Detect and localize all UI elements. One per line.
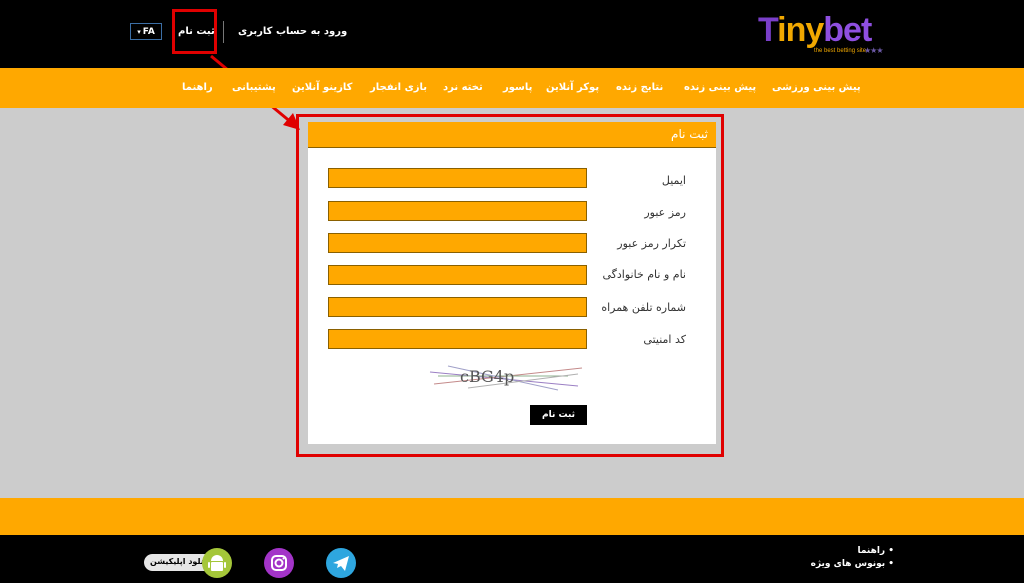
- full-name-label: نام و نام خانوادگی: [602, 268, 686, 281]
- email-label: ایمیل: [661, 174, 686, 187]
- nav-pasur[interactable]: پاسور: [503, 82, 532, 93]
- nav-support[interactable]: پشتیبانی: [232, 82, 276, 93]
- login-link[interactable]: ورود به حساب کاربری: [238, 26, 347, 37]
- logo-letter: T: [758, 11, 778, 49]
- captcha-field[interactable]: [328, 329, 587, 349]
- instagram-icon[interactable]: [264, 548, 294, 578]
- site-logo[interactable]: Tinybet the best betting site ★★★: [758, 10, 894, 56]
- language-code: FA: [142, 26, 155, 37]
- panel-header: ثبت نام: [308, 122, 716, 148]
- phone-label: شماره تلفن همراه: [601, 301, 686, 314]
- nav-live-betting[interactable]: پیش بینی زنده: [684, 82, 756, 93]
- logo-tagline: the best betting site: [814, 48, 867, 54]
- nav-backgammon[interactable]: تخته نرد: [443, 82, 483, 93]
- main-nav: پیش بینی ورزشی پیش بینی زنده نتایج زنده …: [0, 68, 1024, 108]
- logo-part: bet: [823, 11, 872, 49]
- footer-strip: [0, 498, 1024, 535]
- register-link-highlight: [172, 9, 217, 54]
- android-icon[interactable]: [202, 548, 232, 578]
- confirm-password-label: تکرار رمز عبور: [617, 237, 686, 250]
- nav-crash-game[interactable]: بازی انفجار: [370, 82, 427, 93]
- footer-link-bonuses[interactable]: • بونوس های ویژه: [811, 559, 894, 569]
- chevron-down-icon: ▾: [137, 27, 141, 36]
- captcha-image: cBG4p: [428, 362, 584, 392]
- full-name-field[interactable]: [328, 265, 587, 285]
- language-selector[interactable]: ▾ FA: [130, 23, 162, 40]
- panel-title: ثبت نام: [671, 127, 708, 141]
- logo-wordmark: Tinybet: [758, 10, 872, 50]
- nav-live-results[interactable]: نتایج زنده: [616, 82, 663, 93]
- captcha-label: کد امنیتی: [643, 333, 686, 346]
- telegram-icon[interactable]: [326, 548, 356, 578]
- nav-sports-betting[interactable]: پیش بینی ورزشی: [772, 82, 861, 93]
- logo-stars: ★★★: [864, 46, 883, 55]
- nav-online-casino[interactable]: کازینو آنلاین: [292, 82, 352, 93]
- email-field[interactable]: [328, 168, 587, 188]
- password-label: رمز عبور: [644, 206, 686, 219]
- password-field[interactable]: [328, 201, 587, 221]
- header-divider: [223, 21, 224, 43]
- confirm-password-field[interactable]: [328, 233, 587, 253]
- register-submit-button[interactable]: ثبت نام: [530, 405, 587, 425]
- phone-field[interactable]: [328, 297, 587, 317]
- captcha-text: cBG4p: [460, 367, 515, 386]
- logo-part: iny: [777, 11, 824, 49]
- nav-help[interactable]: راهنما: [182, 82, 213, 93]
- nav-online-poker[interactable]: پوکر آنلاین: [546, 82, 599, 93]
- footer-link-help[interactable]: • راهنما: [858, 546, 894, 556]
